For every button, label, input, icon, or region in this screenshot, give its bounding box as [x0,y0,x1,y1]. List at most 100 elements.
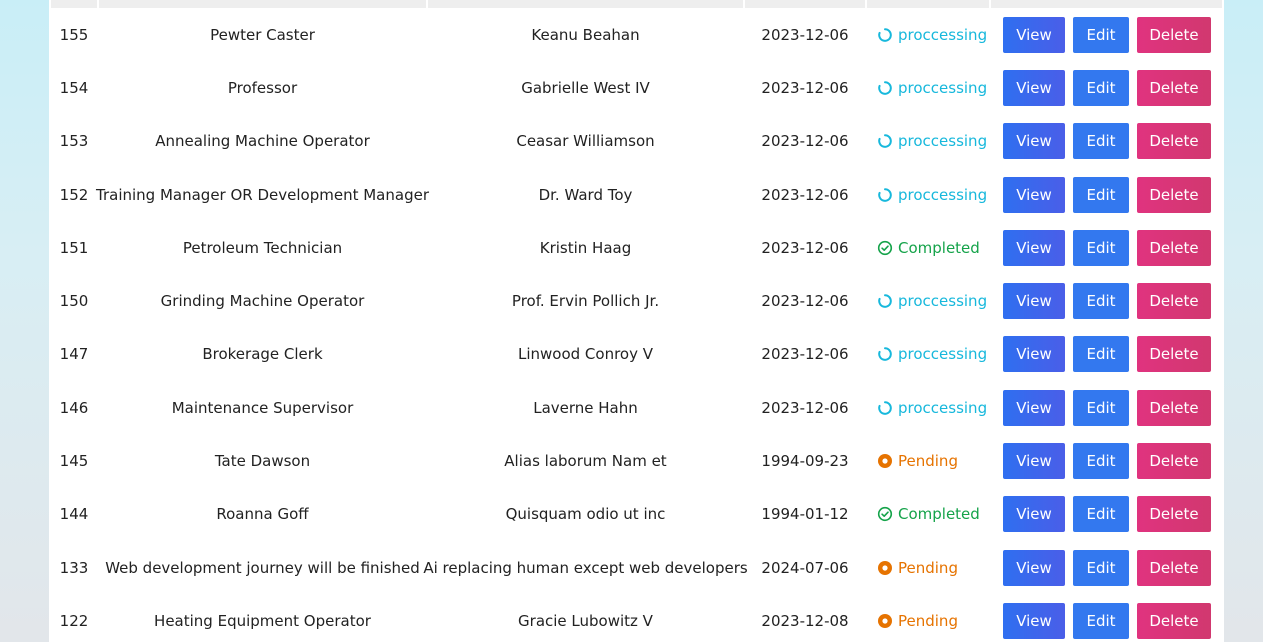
edit-button[interactable]: Edit [1073,16,1129,53]
row-actions: View Edit Delete [991,115,1223,168]
dot-circle-icon [877,613,893,629]
view-button[interactable]: View [1003,496,1065,533]
row-name: Gracie Lubowitz V [518,611,653,630]
row-name: Ceasar Williamson [516,132,655,151]
table-row: 144 Roanna Goff Quisquam odio ut inc 199… [49,488,1224,541]
edit-button[interactable]: Edit [1073,549,1129,586]
row-date: 1994-09-23 [761,452,849,471]
status-badge: Completed [877,505,980,523]
table-row: 150 Grinding Machine Operator Prof. Ervi… [49,274,1224,327]
view-button[interactable]: View [1003,176,1065,213]
column-header-title[interactable] [99,0,426,8]
row-actions: View Edit Delete [991,594,1223,642]
column-header-name[interactable] [428,0,743,8]
delete-button[interactable]: Delete [1137,283,1211,320]
spinner-icon [877,346,893,362]
row-id: 147 [59,345,89,364]
delete-button[interactable]: Delete [1137,123,1211,160]
row-title: Training Manager OR Development Manager [96,185,429,204]
edit-button[interactable]: Edit [1073,176,1129,213]
table-body: 155 Pewter Caster Keanu Beahan 2023-12-0… [49,8,1224,642]
table-row: 147 Brokerage Clerk Linwood Conroy V 202… [49,328,1224,381]
row-actions: View Edit Delete [991,434,1223,487]
row-date: 2023-12-06 [761,345,849,364]
edit-button[interactable]: Edit [1073,123,1129,160]
view-button[interactable]: View [1003,283,1065,320]
delete-button[interactable]: Delete [1137,389,1211,426]
delete-button[interactable]: Delete [1137,176,1211,213]
delete-button[interactable]: Delete [1137,549,1211,586]
row-title: Annealing Machine Operator [155,132,370,151]
status-label: proccessing [898,185,988,204]
delete-button[interactable]: Delete [1137,496,1211,533]
spinner-icon [877,400,893,416]
delete-button[interactable]: Delete [1137,443,1211,480]
status-badge: proccessing [877,399,987,417]
row-id: 154 [59,78,89,97]
view-button[interactable]: View [1003,229,1065,266]
column-header-id[interactable] [51,0,97,8]
check-circle-icon [877,506,893,522]
status-label: proccessing [898,292,988,311]
row-status: Pending [867,594,987,642]
spinner-icon [877,293,893,309]
status-badge: Completed [877,239,980,257]
edit-button[interactable]: Edit [1073,443,1129,480]
row-date: 2024-07-06 [761,558,849,577]
edit-button[interactable]: Edit [1073,389,1129,426]
row-date: 2023-12-06 [761,132,849,151]
table-row: 133 Web development journey will be fini… [49,541,1224,594]
delete-button[interactable]: Delete [1137,69,1211,106]
row-name: Dr. Ward Toy [538,185,633,204]
table-row: 155 Pewter Caster Keanu Beahan 2023-12-0… [49,8,1224,61]
row-id: 144 [59,505,89,524]
row-title: Grinding Machine Operator [160,292,365,311]
status-label: proccessing [898,345,988,364]
status-label: Pending [898,558,958,577]
row-id: 155 [59,25,89,44]
status-label: Pending [898,611,958,630]
row-name: Kristin Haag [539,238,632,257]
row-id: 146 [59,398,89,417]
edit-button[interactable]: Edit [1073,229,1129,266]
view-button[interactable]: View [1003,123,1065,160]
edit-button[interactable]: Edit [1073,602,1129,639]
edit-button[interactable]: Edit [1073,336,1129,373]
spinner-icon [877,27,893,43]
row-date: 2023-12-06 [761,185,849,204]
table-row: 146 Maintenance Supervisor Laverne Hahn … [49,381,1224,434]
spinner-icon [877,80,893,96]
edit-button[interactable]: Edit [1073,283,1129,320]
row-status: proccessing [867,274,987,327]
row-date: 2023-12-06 [761,78,849,97]
row-actions: View Edit Delete [991,168,1223,221]
delete-button[interactable]: Delete [1137,602,1211,639]
delete-button[interactable]: Delete [1137,336,1211,373]
view-button[interactable]: View [1003,336,1065,373]
view-button[interactable]: View [1003,16,1065,53]
row-date: 2023-12-06 [761,238,849,257]
row-name: Keanu Beahan [531,25,640,44]
view-button[interactable]: View [1003,549,1065,586]
status-badge: proccessing [877,132,987,150]
spinner-icon [877,187,893,203]
row-status: proccessing [867,115,987,168]
delete-button[interactable]: Delete [1137,229,1211,266]
status-label: proccessing [898,132,988,151]
column-header-status[interactable] [867,0,989,8]
view-button[interactable]: View [1003,389,1065,426]
column-header-actions[interactable] [991,0,1222,8]
view-button[interactable]: View [1003,602,1065,639]
row-status: Pending [867,434,987,487]
view-button[interactable]: View [1003,443,1065,480]
dot-circle-icon [877,560,893,576]
view-button[interactable]: View [1003,69,1065,106]
row-id: 153 [59,132,89,151]
edit-button[interactable]: Edit [1073,69,1129,106]
column-header-date[interactable] [745,0,865,8]
check-circle-icon [877,240,893,256]
row-actions: View Edit Delete [991,328,1223,381]
delete-button[interactable]: Delete [1137,16,1211,53]
row-status: proccessing [867,8,987,61]
edit-button[interactable]: Edit [1073,496,1129,533]
